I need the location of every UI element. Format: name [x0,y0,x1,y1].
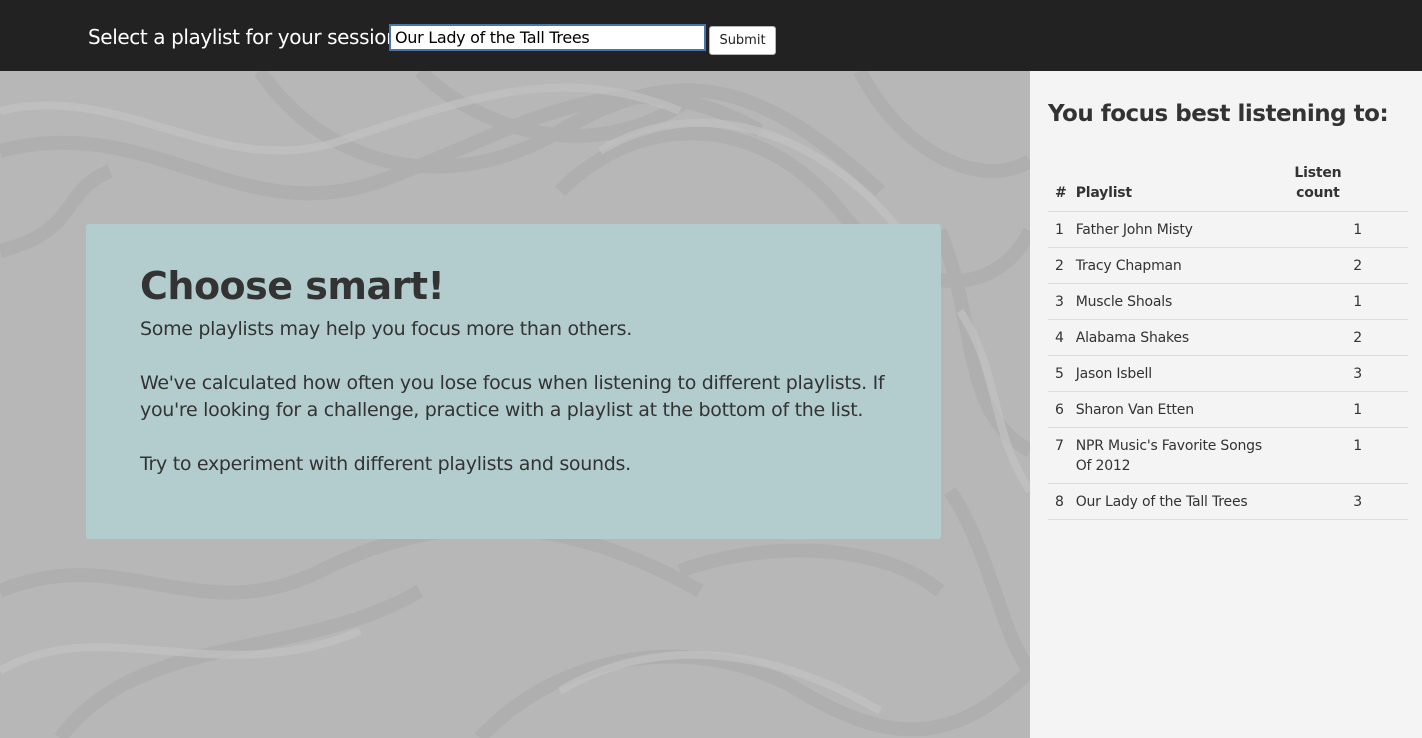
row-count: 1 [1272,427,1408,484]
column-header-rank: # [1048,163,1076,212]
row-rank: 1 [1048,211,1076,248]
sidebar-title: You focus best listening to: [1048,101,1389,127]
playlist-input[interactable] [389,24,706,51]
table-header-row: # Playlist Listen count [1048,163,1408,212]
card-paragraph: Some playlists may help you focus more t… [140,318,632,340]
row-rank: 2 [1048,247,1076,284]
table-row: 1 Father John Misty 1 [1048,211,1408,248]
submit-button[interactable]: Submit [709,26,776,55]
row-count: 2 [1272,319,1408,356]
row-playlist: Father John Misty [1075,211,1273,248]
row-rank: 4 [1048,319,1076,356]
table-row: 4 Alabama Shakes 2 [1048,319,1408,356]
column-header-listen-count: Listen count [1272,163,1408,212]
info-card: Choose smart! Some playlists may help yo… [86,224,941,539]
sidebar: You focus best listening to: # Playlist … [1030,71,1422,738]
row-count: 3 [1272,483,1408,520]
main-content: Choose smart! Some playlists may help yo… [0,71,1030,738]
row-playlist: Jason Isbell [1075,355,1273,392]
card-paragraph: Try to experiment with different playlis… [140,453,631,475]
table-row: 3 Muscle Shoals 1 [1048,283,1408,320]
row-playlist: Tracy Chapman [1075,247,1273,284]
row-rank: 7 [1048,427,1076,484]
row-playlist: Sharon Van Etten [1075,391,1273,428]
table-row: 6 Sharon Van Etten 1 [1048,391,1408,428]
column-header-playlist: Playlist [1075,163,1273,212]
table-row: 7 NPR Music's Favorite Songs Of 2012 1 [1048,427,1408,484]
card-title: Choose smart! [140,264,445,308]
row-count: 3 [1272,355,1408,392]
table-row: 2 Tracy Chapman 2 [1048,247,1408,284]
row-rank: 3 [1048,283,1076,320]
row-count: 1 [1272,211,1408,248]
playlist-prompt-label: Select a playlist for your session: [88,25,405,49]
row-playlist: NPR Music's Favorite Songs Of 2012 [1075,427,1273,484]
table-row: 8 Our Lady of the Tall Trees 3 [1048,483,1408,520]
top-bar: Select a playlist for your session: Subm… [0,0,1422,71]
row-rank: 6 [1048,391,1076,428]
row-count: 1 [1272,391,1408,428]
row-count: 2 [1272,247,1408,284]
row-playlist: Muscle Shoals [1075,283,1273,320]
row-rank: 8 [1048,483,1076,520]
row-playlist: Alabama Shakes [1075,319,1273,356]
playlist-ranking-table: # Playlist Listen count 1 Father John Mi… [1048,163,1408,520]
row-playlist: Our Lady of the Tall Trees [1075,483,1273,520]
table-row: 5 Jason Isbell 3 [1048,355,1408,392]
row-count: 1 [1272,283,1408,320]
row-rank: 5 [1048,355,1076,392]
card-paragraph: We've calculated how often you lose focu… [140,372,885,421]
